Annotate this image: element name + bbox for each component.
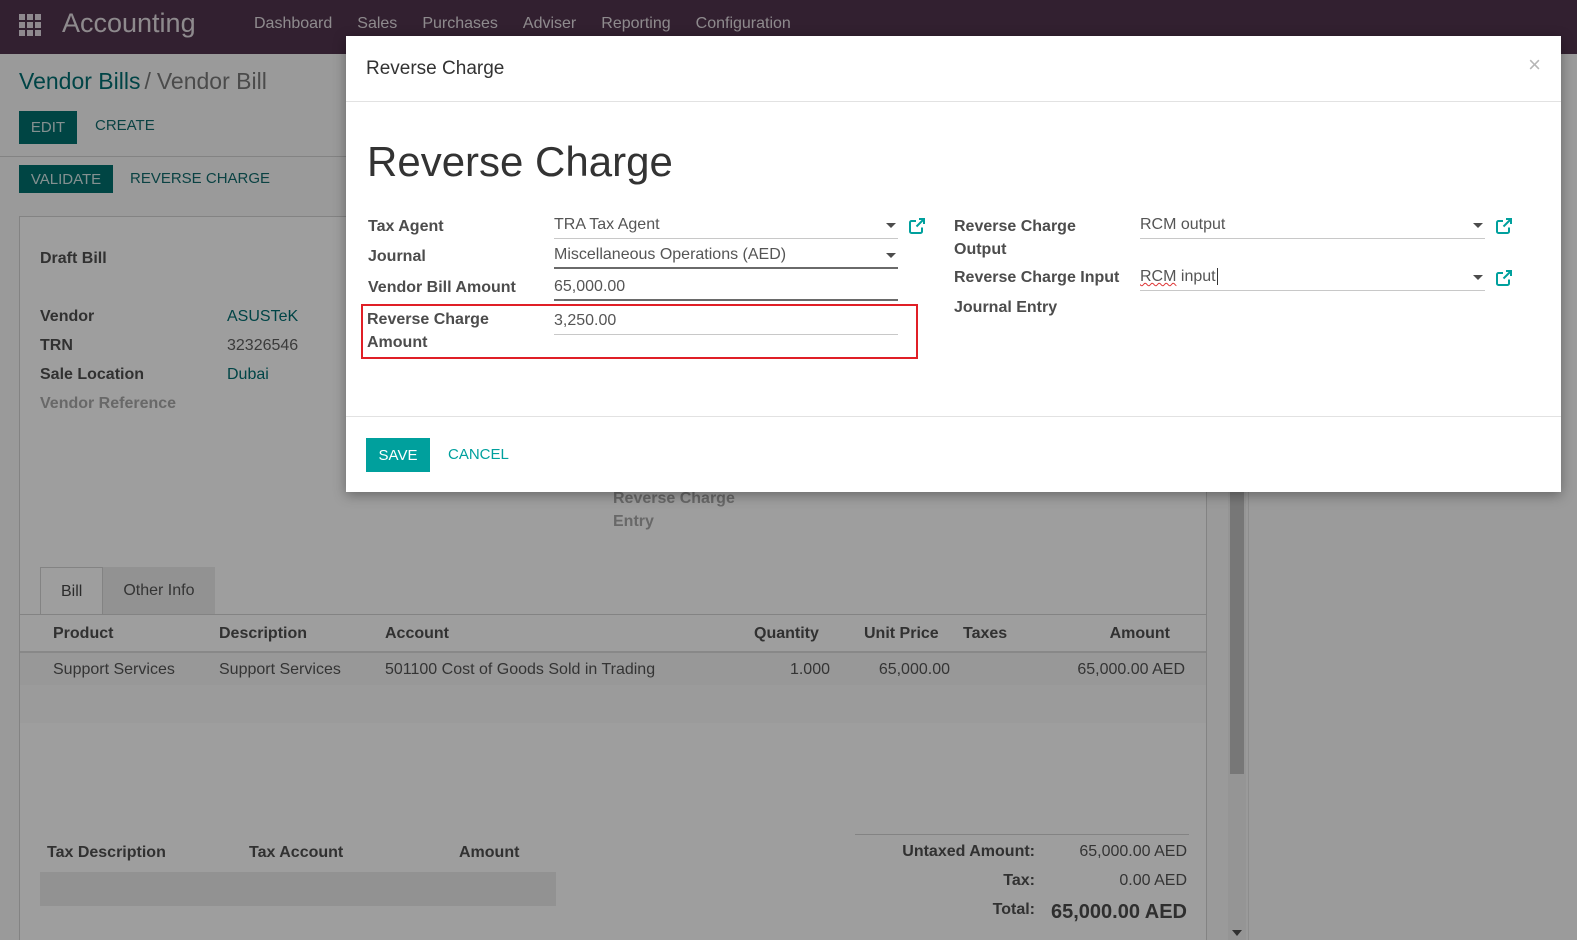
chevron-down-icon[interactable]: [1473, 223, 1483, 228]
reverse-charge-output-value: RCM output: [1140, 216, 1226, 233]
tax-agent-select[interactable]: TRA Tax Agent: [554, 213, 898, 239]
label-line: Reverse Charge: [367, 311, 489, 328]
external-link-icon[interactable]: [1495, 269, 1513, 287]
save-button[interactable]: SAVE: [366, 438, 430, 472]
chevron-down-icon[interactable]: [886, 223, 896, 228]
journal-value: Miscellaneous Operations (AED): [554, 246, 787, 263]
label-line: Amount: [367, 334, 428, 351]
reverse-charge-dialog: Reverse Charge × Reverse Charge Tax Agen…: [346, 36, 1561, 492]
reverse-charge-amount-label: Reverse Charge Amount: [367, 308, 489, 354]
form-title: Reverse Charge: [367, 138, 673, 185]
vendor-bill-amount-value: 65,000.00: [554, 278, 626, 295]
reverse-charge-output-select[interactable]: RCM output: [1140, 213, 1485, 239]
reverse-charge-amount-field[interactable]: 3,250.00: [554, 309, 898, 335]
tax-agent-value: TRA Tax Agent: [554, 216, 660, 233]
external-link-icon[interactable]: [908, 217, 926, 235]
label-line: Reverse Charge: [954, 218, 1076, 235]
chevron-down-icon[interactable]: [886, 253, 896, 258]
label-line: Output: [954, 241, 1007, 258]
reverse-charge-input-label: Reverse Charge Input: [954, 269, 1120, 286]
reverse-charge-input-value: RCM input: [1140, 266, 1218, 288]
cancel-button[interactable]: CANCEL: [448, 446, 509, 463]
dialog-title: Reverse Charge: [366, 58, 505, 79]
vendor-bill-amount-label: Vendor Bill Amount: [368, 279, 516, 296]
misspelled-word: RCM: [1140, 268, 1177, 285]
dialog-footer: SAVE CANCEL: [346, 416, 1561, 492]
tax-agent-label: Tax Agent: [368, 218, 444, 235]
input-text: input: [1176, 268, 1216, 285]
vendor-bill-amount-field[interactable]: 65,000.00: [554, 275, 898, 301]
external-link-icon[interactable]: [1495, 217, 1513, 235]
journal-entry-label: Journal Entry: [954, 299, 1058, 316]
close-icon[interactable]: ×: [1528, 52, 1541, 78]
text-cursor: [1216, 268, 1218, 286]
reverse-charge-amount-value: 3,250.00: [554, 312, 617, 329]
chevron-down-icon[interactable]: [1473, 275, 1483, 280]
reverse-charge-input-select[interactable]: RCM input: [1140, 265, 1485, 291]
reverse-charge-output-label: Reverse Charge Output: [954, 215, 1076, 261]
journal-select[interactable]: Miscellaneous Operations (AED): [554, 243, 898, 269]
journal-label: Journal: [368, 248, 426, 265]
dialog-header: Reverse Charge ×: [346, 36, 1561, 102]
